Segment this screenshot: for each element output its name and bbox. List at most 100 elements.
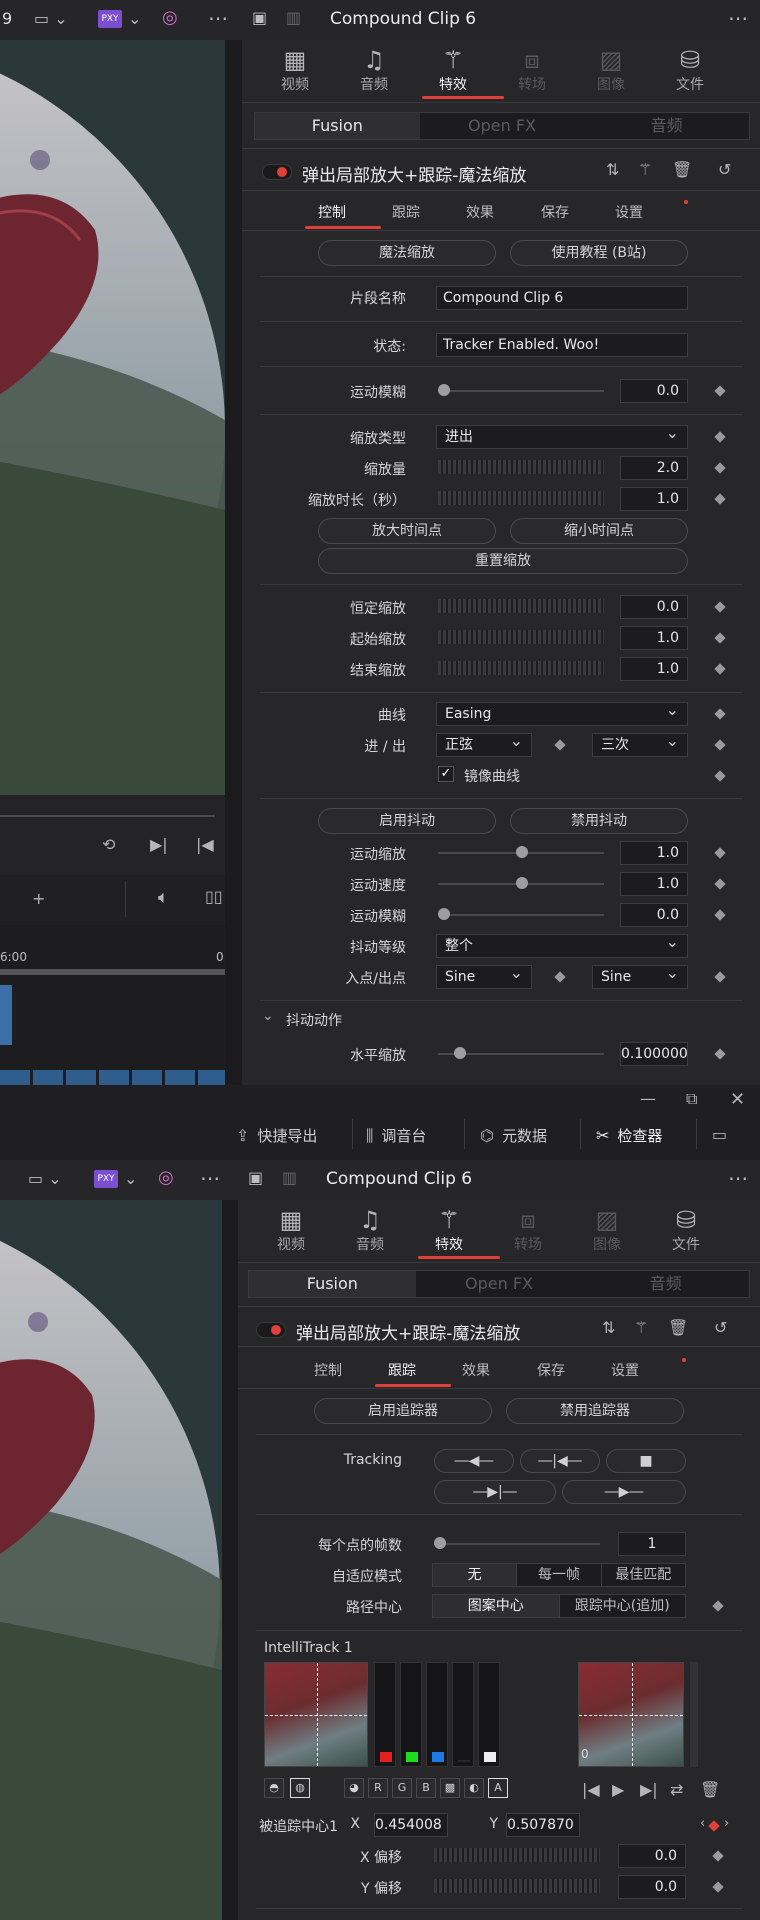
preview-scrollbar[interactable] [690, 1662, 698, 1767]
more-icon[interactable]: ⋯ [728, 1166, 748, 1190]
tab-effects[interactable]: ⚚ 特效 [414, 1206, 484, 1254]
track-forward-frame-button[interactable]: ―▶|― [434, 1480, 556, 1504]
trash-icon[interactable]: 🗑︎ [672, 160, 692, 179]
toolbar-item-mixer[interactable]: ⫼ 调音台 [366, 1125, 426, 1146]
trash-icon[interactable]: 🗑︎ [700, 1780, 720, 1799]
tab-file[interactable]: ⛁ 文件 [655, 46, 725, 94]
half-circle-icon[interactable]: ◓ [264, 1778, 284, 1798]
subtab-settings[interactable]: 设置 [595, 1360, 655, 1380]
zoom-plus-icon[interactable]: + [32, 889, 45, 908]
keyframe-diamond[interactable] [714, 493, 726, 505]
keyframe-diamond[interactable] [554, 971, 566, 983]
enable-tracker-button[interactable]: 启用追踪器 [314, 1398, 492, 1424]
motion-speed-value[interactable]: 1.0 [620, 872, 688, 896]
magic-wand-icon[interactable]: ⚚ [634, 1318, 648, 1337]
clip-name-field[interactable]: Compound Clip 6 [436, 286, 688, 310]
h-zoom-knob[interactable] [454, 1047, 466, 1059]
mirror-curve-checkbox[interactable]: ✓ [438, 766, 454, 782]
constant-zoom-ruler[interactable] [438, 599, 604, 613]
clip-thumbs[interactable] [0, 1070, 225, 1085]
close-icon[interactable]: ✕ [730, 1089, 745, 1110]
keyframe-diamond[interactable] [714, 431, 726, 443]
pattern-preview[interactable] [264, 1662, 368, 1767]
proxy-badge[interactable]: PXY [98, 10, 122, 28]
search-preview[interactable]: 0 [578, 1662, 684, 1767]
tab-transition[interactable]: ⧈ 转场 [493, 1206, 563, 1254]
image-icon[interactable]: ▣ [252, 8, 267, 27]
tab-image[interactable]: ▨ 图像 [572, 1206, 642, 1254]
tab-video[interactable]: ▦ 视频 [256, 1206, 326, 1254]
loop-icon[interactable]: ⟲ [102, 835, 115, 854]
motion-blur2-knob[interactable] [438, 908, 450, 920]
aspect-icon[interactable]: ▭ ⌄ [34, 9, 68, 28]
color-wheel-icon[interactable]: ◎ [162, 7, 178, 28]
effect-enable-toggle[interactable] [262, 164, 292, 180]
y-offset-ruler[interactable] [434, 1879, 600, 1893]
rgb-wheel-icon[interactable]: ◕ [344, 1778, 364, 1798]
fpp-slider[interactable] [434, 1543, 600, 1545]
aspect-icon[interactable]: ▭ ⌄ [28, 1169, 62, 1188]
segment-openfx[interactable]: Open FX [420, 113, 585, 139]
curve-dropdown[interactable]: Easing [436, 699, 688, 726]
keyframe-diamond[interactable] [714, 847, 726, 859]
zoom-amount-value[interactable]: 2.0 [620, 456, 688, 480]
motion-zoom-value[interactable]: 1.0 [620, 841, 688, 865]
keyframe-diamond[interactable] [714, 739, 726, 751]
end-zoom-ruler[interactable] [438, 661, 604, 675]
segment-fusion[interactable]: Fusion [249, 1271, 416, 1297]
sort-icon[interactable]: ⇅ [602, 1318, 615, 1337]
subtab-track[interactable]: 跟踪 [376, 202, 436, 222]
checker-icon[interactable]: ▩ [440, 1778, 460, 1798]
keyframe-diamond[interactable] [714, 909, 726, 921]
start-zoom-value[interactable]: 1.0 [620, 626, 688, 650]
tab-file[interactable]: ⛁ 文件 [651, 1206, 721, 1254]
keyframe-diamond[interactable] [712, 1850, 724, 1862]
subtab-save[interactable]: 保存 [521, 1360, 581, 1380]
motion-blur2-slider[interactable] [438, 914, 604, 916]
clip-block[interactable] [0, 985, 12, 1045]
keyframe-diamond[interactable] [714, 385, 726, 397]
keyframe-diamond[interactable] [714, 663, 726, 675]
adaptive-none[interactable]: 无 [433, 1564, 518, 1586]
channel-r-button[interactable]: R [368, 1778, 388, 1798]
keyframe-diamond[interactable] [714, 971, 726, 983]
toolbar-item-export[interactable]: ⇪ 快捷导出 [236, 1125, 317, 1146]
maximize-icon[interactable]: ⧉ [686, 1089, 697, 1109]
tab-effects[interactable]: ⚚ 特效 [418, 46, 488, 94]
more-icon[interactable]: ⋯ [200, 1166, 220, 1190]
color-wheel-icon[interactable]: ◎ [158, 1167, 174, 1188]
motion-blur2-value[interactable]: 0.0 [620, 903, 688, 927]
more-icon[interactable]: ⋯ [208, 6, 228, 30]
subtab-track[interactable]: 跟踪 [372, 1360, 432, 1380]
tab-video[interactable]: ▦ 视频 [260, 46, 330, 94]
magic-zoom-button[interactable]: 魔法缩放 [318, 240, 496, 266]
x-offset-value[interactable]: 0.0 [618, 1844, 686, 1868]
x-value[interactable]: 0.454008 [374, 1813, 448, 1837]
enable-shake-button[interactable]: 启用抖动 [318, 808, 496, 834]
path-center-pattern[interactable]: 图案中心 [433, 1595, 560, 1617]
disable-shake-button[interactable]: 禁用抖动 [510, 808, 688, 834]
zoom-duration-ruler[interactable] [438, 491, 604, 505]
keyframe-diamond[interactable] [714, 708, 726, 720]
adaptive-best-match[interactable]: 最佳匹配 [602, 1564, 685, 1586]
reset-zoom-button[interactable]: 重置缩放 [318, 548, 688, 574]
chevron-down-icon[interactable]: ⌄ [128, 9, 141, 28]
track-reverse-button[interactable]: ―◀― [434, 1449, 514, 1473]
channel-g-button[interactable]: G [392, 1778, 412, 1798]
disable-tracker-button[interactable]: 禁用追踪器 [506, 1398, 684, 1424]
luma-icon[interactable]: ◐ [464, 1778, 484, 1798]
split-icon[interactable]: ▥ [286, 8, 301, 27]
adaptive-every-frame[interactable]: 每一帧 [517, 1564, 602, 1586]
tab-audio[interactable]: ♫ 音频 [339, 46, 409, 94]
end-zoom-value[interactable]: 1.0 [620, 657, 688, 681]
track-forward-button[interactable]: ―▶― [562, 1480, 686, 1504]
toolbar-item-inspector[interactable]: ✂ 检查器 [596, 1125, 662, 1146]
split-icon[interactable]: ▥ [282, 1168, 297, 1187]
loop-icon[interactable]: ⇄ [670, 1780, 683, 1799]
reset-icon[interactable]: ↺ [714, 1318, 727, 1337]
prev-keyframe-icon[interactable]: ‹ [700, 1816, 705, 1831]
zoom-amount-ruler[interactable] [438, 460, 604, 474]
go-end-icon[interactable]: ▶| [640, 1780, 658, 1799]
alpha-button[interactable]: A [488, 1778, 508, 1798]
speaker-icon[interactable]: 🔈︎ [158, 887, 169, 908]
